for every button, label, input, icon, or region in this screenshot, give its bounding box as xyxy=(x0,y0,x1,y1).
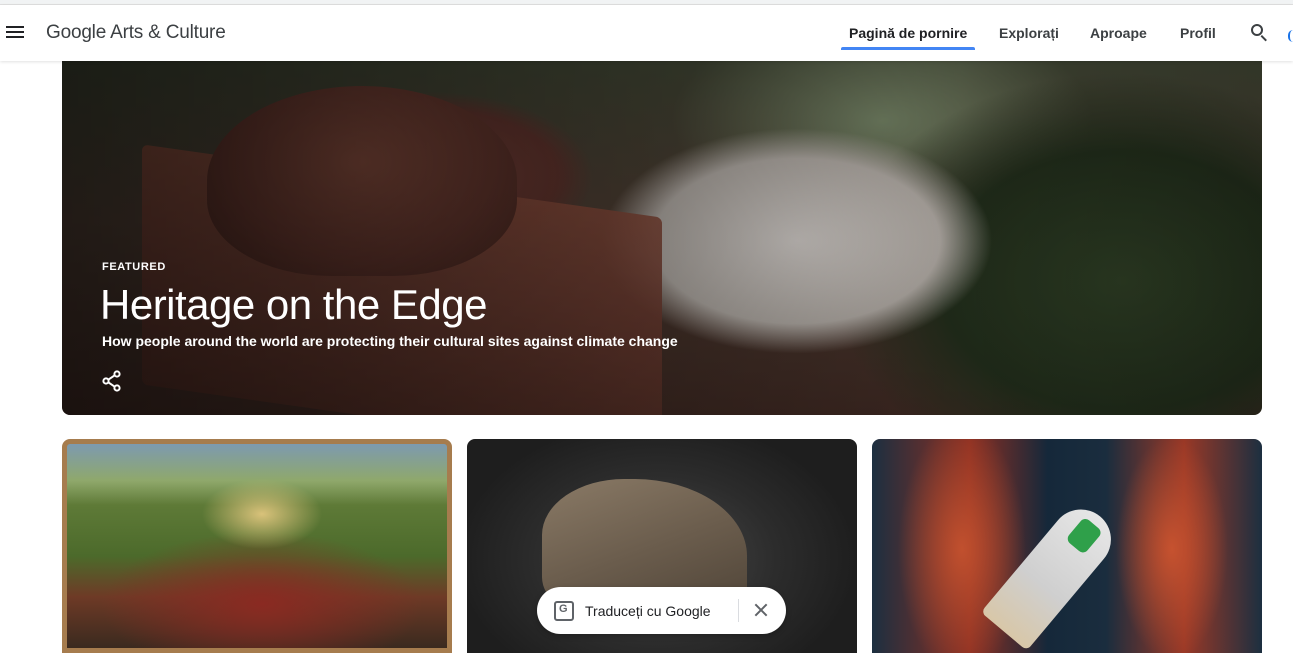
google-translate-icon[interactable]: G xyxy=(554,601,574,621)
nav-tab-profile[interactable]: Profil xyxy=(1180,25,1216,41)
top-app-bar: Google Arts & Culture Pagină de pornire … xyxy=(0,5,1293,61)
nav-tab-explore[interactable]: Explorați xyxy=(999,25,1059,41)
account-button-edge[interactable] xyxy=(1288,30,1293,42)
search-icon[interactable] xyxy=(1249,22,1271,44)
active-tab-indicator xyxy=(841,47,975,50)
hero-subtitle: How people around the world are protecti… xyxy=(102,333,678,349)
featured-hero-card[interactable]: FEATURED Heritage on the Edge How people… xyxy=(62,61,1262,415)
close-icon[interactable] xyxy=(751,600,771,620)
translate-bar: G Traduceți cu Google xyxy=(537,587,786,634)
story-card-painting[interactable] xyxy=(62,439,452,653)
app-logo[interactable]: Google Arts & Culture xyxy=(46,22,226,44)
nav-tab-nearby[interactable]: Aproape xyxy=(1090,25,1147,41)
share-icon[interactable] xyxy=(100,369,124,393)
divider xyxy=(738,599,739,622)
nav-tab-home[interactable]: Pagină de pornire xyxy=(849,25,967,41)
hamburger-menu-icon[interactable] xyxy=(4,21,26,43)
featured-label: FEATURED xyxy=(102,261,166,273)
story-card-ship[interactable] xyxy=(872,439,1262,653)
hero-title: Heritage on the Edge xyxy=(100,281,487,328)
ship-image xyxy=(980,497,1124,651)
translate-button[interactable]: Traduceți cu Google xyxy=(585,603,711,619)
